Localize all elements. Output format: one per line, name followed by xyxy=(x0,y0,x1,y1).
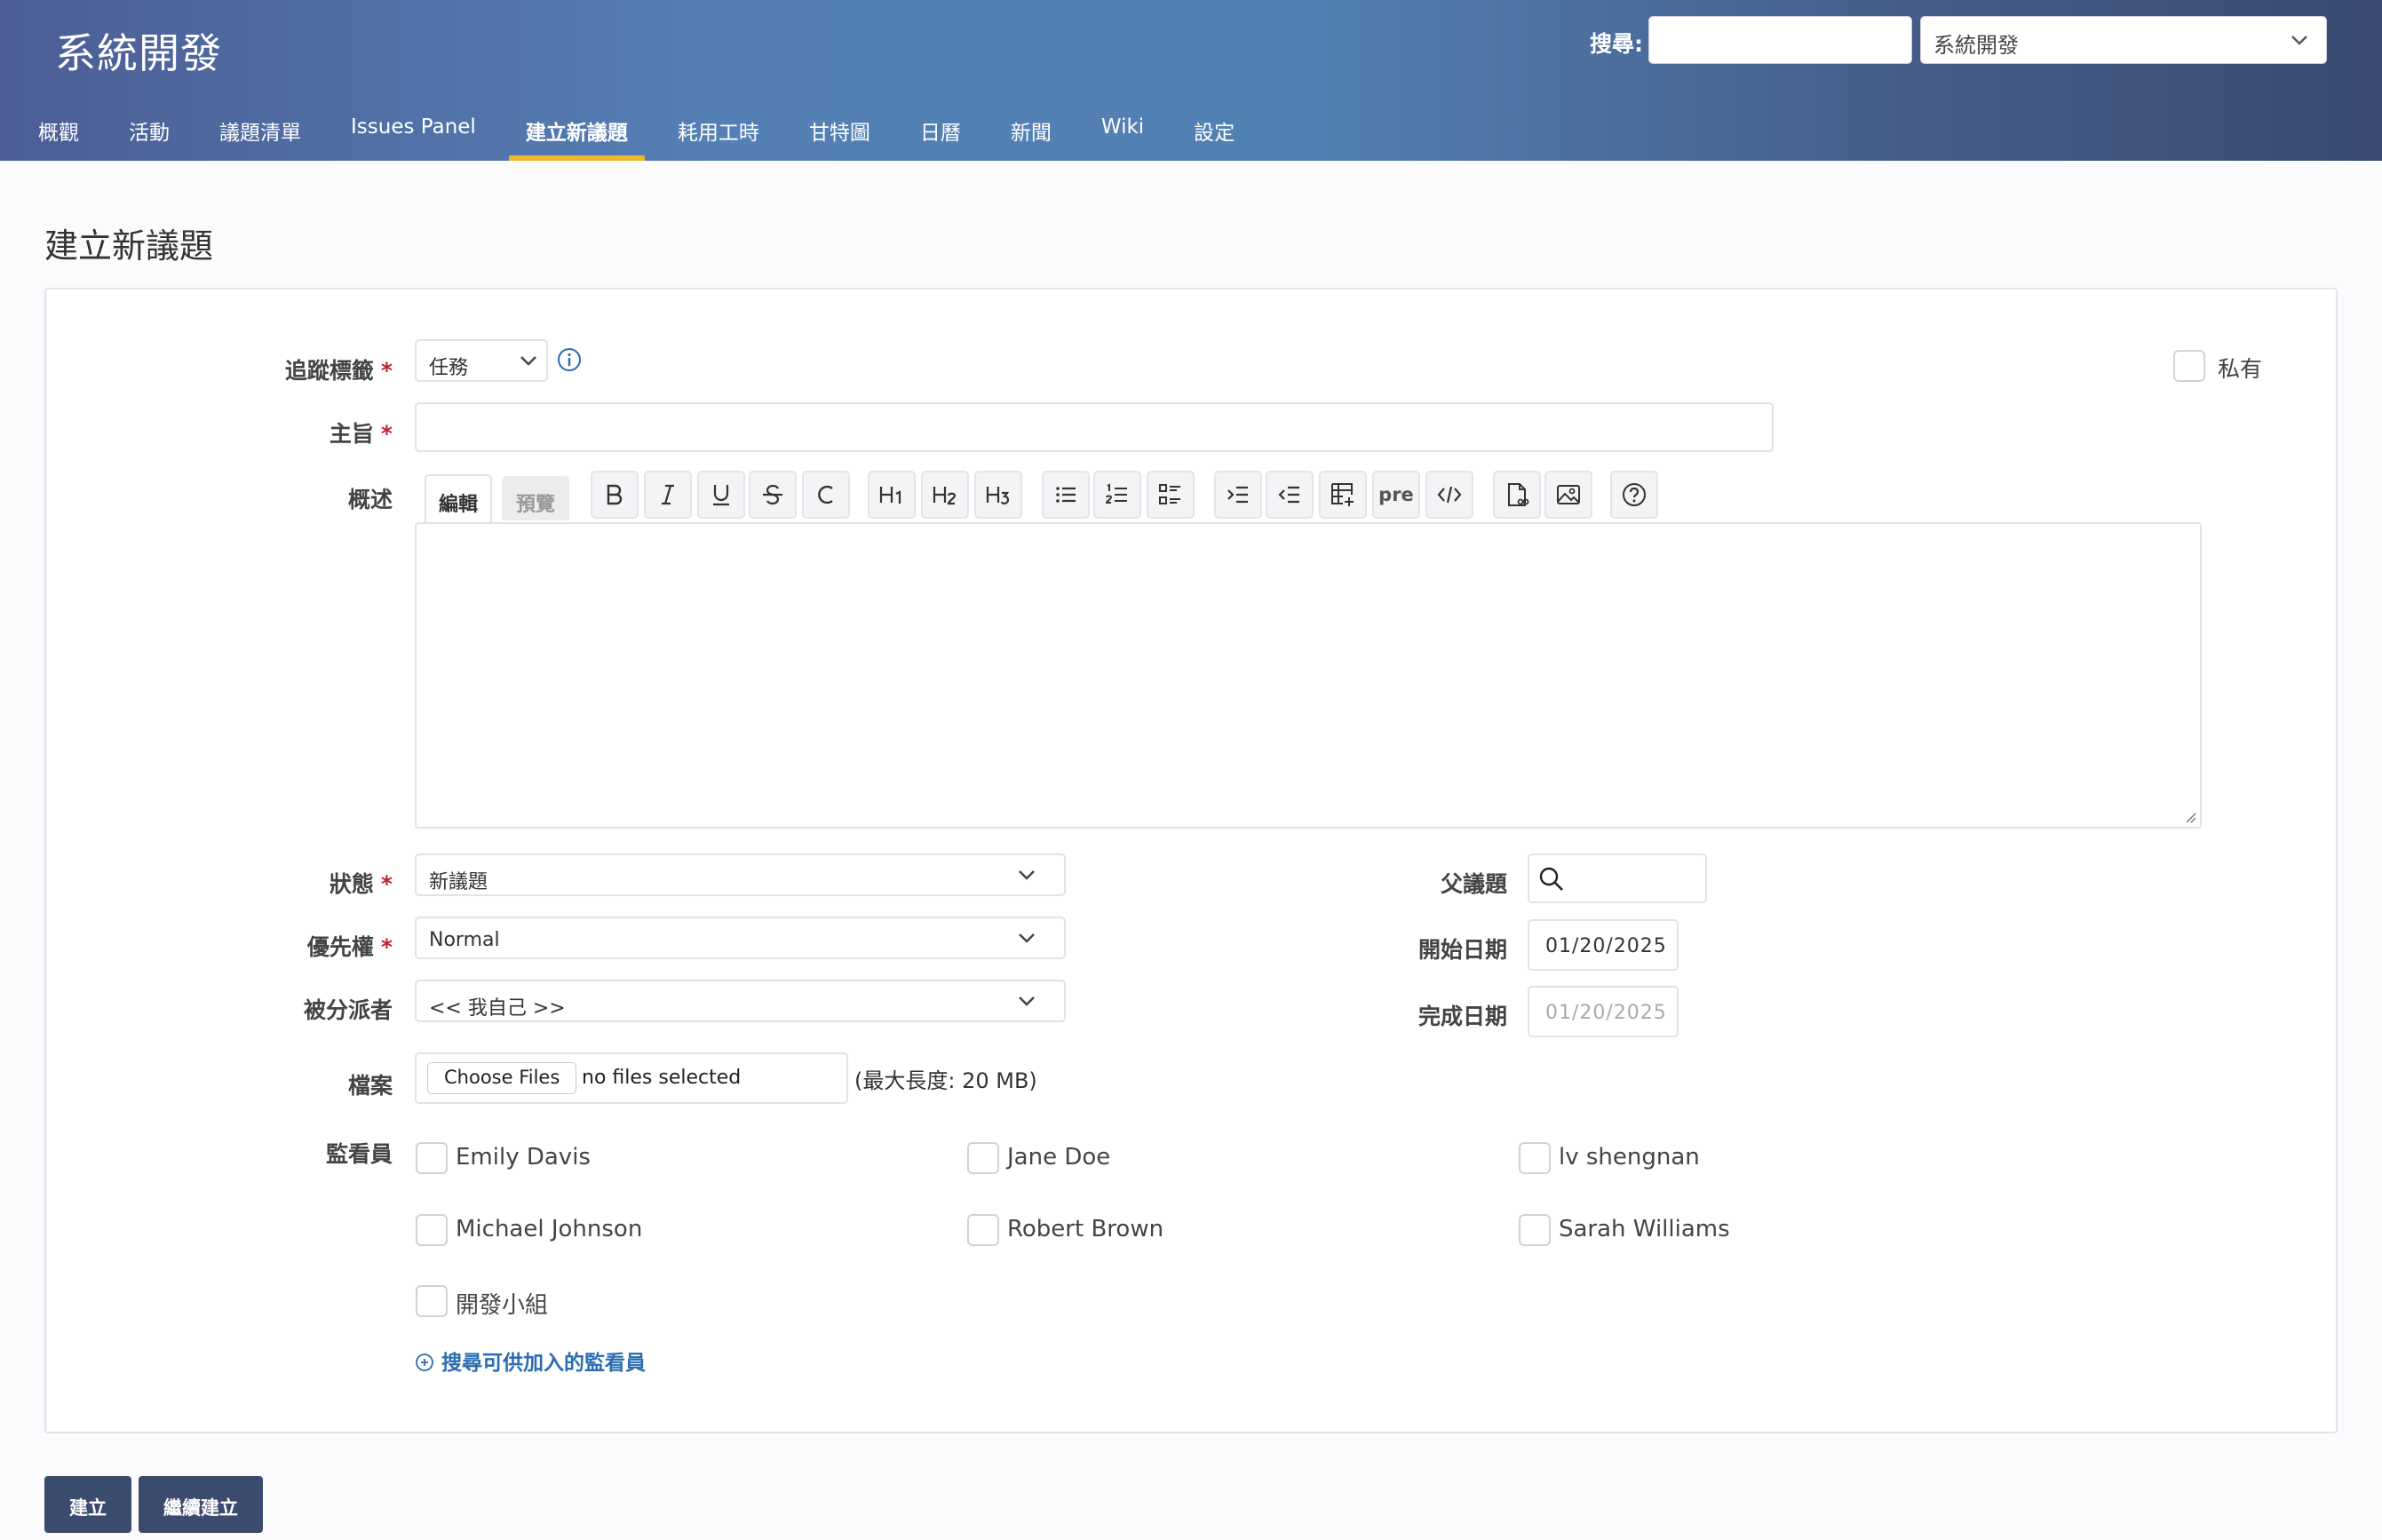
start-date-label: 開始日期 xyxy=(1417,937,1507,963)
priority-select[interactable]: Normal xyxy=(415,917,1066,959)
top-header: 系統開發 搜尋: 系統開發 概觀 活動 議題清單 Issues Panel 建立… xyxy=(0,0,2382,161)
description-textarea[interactable] xyxy=(415,522,2202,829)
choose-files-button[interactable]: Choose Files xyxy=(427,1062,577,1094)
chevron-down-icon xyxy=(2291,36,2307,45)
chevron-down-icon xyxy=(1019,996,1035,1006)
private-checkbox[interactable] xyxy=(2173,350,2205,382)
chevron-down-icon xyxy=(1019,933,1035,943)
tab-overview[interactable]: 概觀 xyxy=(21,107,96,161)
tab-preview[interactable]: 預覽 xyxy=(502,476,569,520)
private-label: 私有 xyxy=(2218,356,2263,382)
help-icon[interactable] xyxy=(1610,471,1658,519)
tab-news[interactable]: 新聞 xyxy=(994,107,1068,161)
search-label: 搜尋: xyxy=(1590,31,1643,57)
watcher-checkbox[interactable] xyxy=(416,1285,448,1317)
watcher-checkbox[interactable] xyxy=(967,1142,999,1174)
indent-icon[interactable] xyxy=(1214,471,1262,519)
tab-calendar[interactable]: 日曆 xyxy=(903,107,978,161)
assignee-value: << 我自己 >> xyxy=(429,997,566,1020)
watcher-label: lv shengnan xyxy=(1559,1144,1700,1171)
tracker-label: 追蹤標籤 * xyxy=(284,358,393,384)
watcher-checkbox[interactable] xyxy=(416,1214,448,1246)
resize-handle-icon[interactable] xyxy=(2184,811,2196,823)
task-list-icon[interactable] xyxy=(1147,471,1195,519)
tab-settings[interactable]: 設定 xyxy=(1177,107,1251,161)
tab-wiki[interactable]: Wiki xyxy=(1084,107,1161,161)
status-select[interactable]: 新議題 xyxy=(415,853,1066,896)
code-block-icon[interactable] xyxy=(1425,471,1473,519)
tracker-select[interactable]: 任務 xyxy=(415,339,548,382)
watcher-label: Emily Davis xyxy=(456,1144,591,1171)
description-label: 概述 xyxy=(347,487,393,512)
file-status: no files selected xyxy=(582,1067,742,1089)
h3-icon[interactable] xyxy=(974,471,1022,519)
status-value: 新議題 xyxy=(429,871,488,893)
watcher-label: Sarah Williams xyxy=(1559,1216,1730,1242)
assignee-label: 被分派者 xyxy=(303,997,393,1023)
watcher-checkbox[interactable] xyxy=(416,1142,448,1174)
tab-edit[interactable]: 編輯 xyxy=(425,474,492,522)
due-date-label: 完成日期 xyxy=(1417,1004,1507,1029)
attach-file-icon[interactable] xyxy=(1493,471,1541,519)
search-watchers-link[interactable]: 搜尋可供加入的監看員 xyxy=(415,1346,646,1376)
project-title[interactable]: 系統開發 xyxy=(55,21,222,80)
code-inline-icon[interactable] xyxy=(802,471,850,519)
parent-issue-label: 父議題 xyxy=(1440,871,1507,897)
watcher-checkbox[interactable] xyxy=(1519,1142,1551,1174)
parent-issue-input[interactable] xyxy=(1528,853,1707,903)
watchers-label: 監看員 xyxy=(325,1141,393,1167)
table-icon[interactable] xyxy=(1319,471,1367,519)
tab-issues-panel[interactable]: Issues Panel xyxy=(334,107,493,161)
numbered-list-icon[interactable] xyxy=(1093,471,1141,519)
subject-input[interactable] xyxy=(415,402,1774,452)
start-date-input[interactable]: 01/20/2025 xyxy=(1528,919,1679,971)
image-icon[interactable] xyxy=(1544,471,1592,519)
watcher-label: Jane Doe xyxy=(1007,1144,1111,1171)
h2-icon[interactable] xyxy=(921,471,969,519)
assignee-select[interactable]: << 我自己 >> xyxy=(415,980,1066,1022)
issue-form-panel xyxy=(44,288,2338,1433)
project-select-value: 系統開發 xyxy=(1933,33,2019,58)
main-menu: 概觀 活動 議題清單 Issues Panel 建立新議題 耗用工時 甘特圖 日… xyxy=(21,107,1267,161)
plus-circle-icon xyxy=(416,1353,433,1371)
bullet-list-icon[interactable] xyxy=(1042,471,1090,519)
page-title: 建立新議題 xyxy=(44,226,214,266)
project-jump-select[interactable]: 系統開發 xyxy=(1920,16,2327,64)
tab-new-issue[interactable]: 建立新議題 xyxy=(508,107,645,161)
watcher-checkbox[interactable] xyxy=(967,1214,999,1246)
watcher-label: 開發小組 xyxy=(456,1292,549,1319)
file-size-hint: (最大長度: 20 MB) xyxy=(854,1068,1037,1093)
watcher-label: Robert Brown xyxy=(1007,1216,1164,1242)
priority-value: Normal xyxy=(429,929,500,951)
chevron-down-icon xyxy=(520,356,536,366)
subject-label: 主旨 * xyxy=(329,421,393,447)
tab-activity[interactable]: 活動 xyxy=(112,107,187,161)
info-icon[interactable] xyxy=(557,347,582,372)
italic-icon[interactable] xyxy=(644,471,692,519)
due-date-input[interactable]: 01/20/2025 xyxy=(1528,986,1679,1037)
tab-issues[interactable]: 議題清單 xyxy=(202,107,318,161)
status-label: 狀態 * xyxy=(329,871,393,897)
strikethrough-icon[interactable] xyxy=(749,471,797,519)
create-and-continue-button[interactable]: 繼續建立 xyxy=(139,1476,263,1533)
watcher-label: Michael Johnson xyxy=(456,1216,643,1242)
tab-time-entries[interactable]: 耗用工時 xyxy=(661,107,776,161)
chevron-down-icon xyxy=(1019,870,1035,880)
bold-icon[interactable] xyxy=(591,471,639,519)
tracker-value: 任務 xyxy=(429,357,469,379)
outdent-icon[interactable] xyxy=(1266,471,1314,519)
file-input: Choose Files no files selected xyxy=(415,1052,848,1104)
h1-icon[interactable] xyxy=(868,471,916,519)
priority-label: 優先權 * xyxy=(306,934,393,960)
watcher-checkbox[interactable] xyxy=(1519,1214,1551,1246)
pre-icon[interactable]: pre xyxy=(1372,471,1420,519)
files-label: 檔案 xyxy=(347,1073,393,1099)
search-input[interactable] xyxy=(1648,16,1912,64)
create-button[interactable]: 建立 xyxy=(44,1476,131,1533)
search-icon xyxy=(1539,867,1563,891)
underline-icon[interactable] xyxy=(697,471,745,519)
tab-gantt[interactable]: 甘特圖 xyxy=(792,107,887,161)
